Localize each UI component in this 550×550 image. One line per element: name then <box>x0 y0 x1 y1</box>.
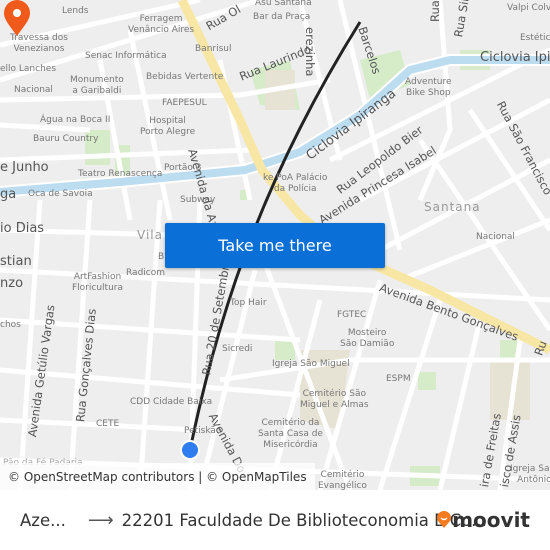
poi-label: ArtFashion Floricultura <box>72 272 123 293</box>
poi-label: CETE <box>96 419 120 429</box>
poi-label: Bebidas Vertente <box>146 72 224 82</box>
poi-label: Água na Boca II <box>40 115 111 125</box>
neighborhood-label: Santana <box>424 200 481 214</box>
map[interactable]: Lends Ferragem Venâncio Aires Travessa d… <box>0 0 550 490</box>
poi-label: Igreja Sant Antônio <box>510 464 550 485</box>
poi-label: Senac Informática <box>85 51 167 61</box>
moovit-pin-icon <box>437 511 452 528</box>
poi-label: Banrisul <box>195 44 232 54</box>
poi-label: Estética <box>520 33 550 43</box>
poi-label: Top Hair <box>230 298 267 308</box>
poi-label: Cemitério Evangélico <box>318 470 367 490</box>
poi-label: Valpi Colvi <box>507 3 550 13</box>
street-label: erezinha <box>303 27 317 77</box>
street-label: ga <box>0 187 17 202</box>
moovit-wordmark: moovit <box>452 508 530 532</box>
street-label: e Junho <box>0 160 49 175</box>
poi-label: Bar da Praça <box>253 12 311 22</box>
poi-label: Adventure Bike Shop <box>405 77 452 98</box>
poi-label: Radicom <box>126 268 166 278</box>
poi-label: Nacional <box>476 232 515 242</box>
arrow-right-icon: ⟶ <box>87 509 114 531</box>
poi-label: Asu Santana <box>255 0 312 8</box>
poi-label: Ferragem Venâncio Aires <box>128 14 195 35</box>
poi-label: Monumento a Garibaldi <box>70 75 124 96</box>
take-me-there-button[interactable]: Take me there <box>165 223 385 268</box>
street-label: Ciclovia Ipiranga <box>480 50 550 65</box>
poi-label: ESPM <box>386 374 411 384</box>
poi-label: Lends <box>62 6 89 16</box>
poi-label: FAEPESUL <box>162 98 207 108</box>
poi-label: Travessa dos Venezianos <box>10 33 68 54</box>
destination-name: 22201 Faculdade De Biblioteconomia E Co.… <box>121 510 487 530</box>
poi-label: Sicredi <box>222 344 253 354</box>
neighborhood-label: Vila <box>137 228 163 242</box>
route-footer: Aze... ⟶ 22201 Faculdade De Bibliotecono… <box>0 490 550 550</box>
poi-label: FGTEC <box>337 310 367 320</box>
poi-label: CDD Cidade Baixa <box>130 397 213 407</box>
poi-label: Teatro Renascença <box>78 169 163 179</box>
poi-label: ke PoA Palácio da Polícia <box>263 173 328 194</box>
poi-label: Igreja São Miguel <box>272 359 350 369</box>
origin-marker <box>180 440 200 460</box>
moovit-logo: moovit <box>436 508 530 532</box>
street-label: stian <box>0 254 32 269</box>
poi-label: Cemitério São Miguel e Almas <box>300 389 369 410</box>
street-label: io Dias <box>0 221 45 236</box>
poi-label: ello Lanches <box>0 64 57 74</box>
origin-name: Aze... <box>20 510 66 530</box>
poi-label: B <box>158 252 165 262</box>
poi-label: Bauru Country <box>33 134 99 144</box>
street-label: Rua <box>428 0 442 22</box>
poi-label: Hospital Porto Alegre <box>140 116 196 137</box>
poi-label: Cemitério da Santa Casa de Misericórdia <box>258 418 323 450</box>
poi-label: Nacional <box>14 85 53 95</box>
street-label: nzo <box>0 276 24 291</box>
poi-label: Oca de Savoia <box>28 189 93 199</box>
poi-label: Mosteiro São Damião <box>340 328 395 349</box>
poi-label: chos <box>0 320 21 330</box>
map-attribution[interactable]: © OpenStreetMap contributors | © OpenMap… <box>0 463 315 490</box>
